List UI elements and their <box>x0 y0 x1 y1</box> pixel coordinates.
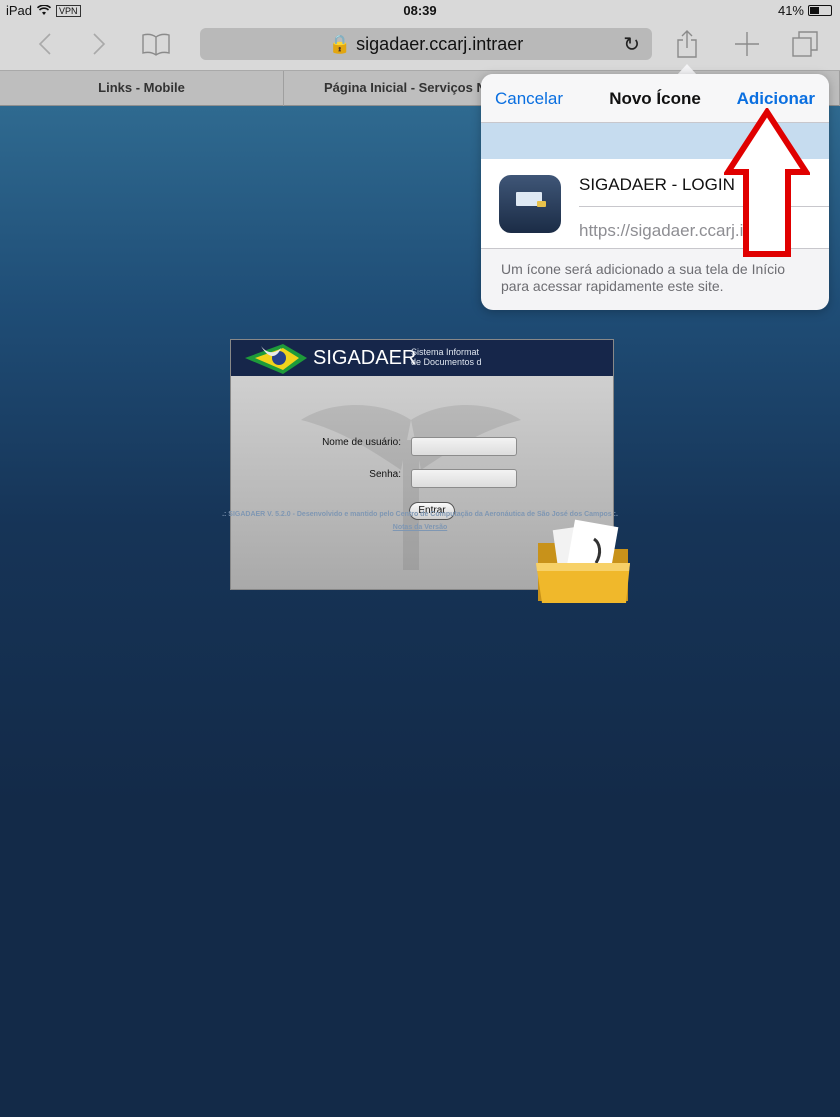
status-bar: iPad VPN 08:39 41% <box>0 0 840 20</box>
plus-icon[interactable] <box>730 26 764 62</box>
annotation-arrow-icon <box>724 108 810 257</box>
address-bar[interactable]: 🔒 sigadaer.ccarj.intraer ↻ <box>200 28 652 60</box>
clock: 08:39 <box>403 3 437 18</box>
login-subtitle-line1: Sistema Informat <box>411 347 480 357</box>
chevron-left-icon[interactable] <box>30 26 60 62</box>
login-header: SIGADAER Sistema Informat de Documentos … <box>231 340 613 376</box>
share-icon[interactable] <box>672 26 702 62</box>
address-bar-url: sigadaer.ccarj.intraer <box>356 34 524 54</box>
login-title: SIGADAER <box>313 347 417 369</box>
app-icon-preview <box>499 175 561 233</box>
username-label: Nome de usuário: <box>322 437 401 448</box>
username-input[interactable] <box>411 437 517 456</box>
browser-toolbar: 🔒 sigadaer.ccarj.intraer ↻ <box>0 20 840 70</box>
login-subtitle-line2: de Documentos d <box>411 357 482 367</box>
footer-credits: .: SIGADAER V. 5.2.0 - Desenvolvido e ma… <box>222 511 618 518</box>
brazil-flag-logo <box>231 340 307 376</box>
password-input[interactable] <box>411 469 517 488</box>
popover-note: Um ícone será adicionado a sua tela de I… <box>501 261 786 294</box>
chevron-right-icon[interactable] <box>84 26 114 62</box>
tab-links-mobile[interactable]: Links - Mobile <box>0 71 284 106</box>
reload-icon[interactable]: ↻ <box>623 32 640 57</box>
release-notes-link[interactable]: Notas da Versão <box>393 524 447 531</box>
battery-icon <box>808 5 832 16</box>
battery-percent: 41% <box>777 3 804 18</box>
folder-icon <box>536 519 630 603</box>
password-label: Senha: <box>369 469 401 480</box>
book-icon[interactable] <box>138 26 174 62</box>
add-button[interactable]: Adicionar <box>737 89 815 109</box>
lock-icon: 🔒 <box>328 34 352 54</box>
tabs-icon[interactable] <box>788 26 822 62</box>
